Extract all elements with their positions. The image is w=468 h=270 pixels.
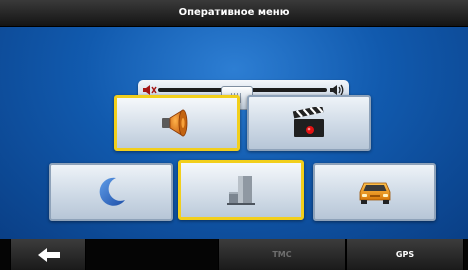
vehicle-type-button[interactable] bbox=[313, 163, 436, 221]
clapperboard-icon bbox=[292, 107, 324, 137]
crescent-moon-icon bbox=[99, 177, 125, 206]
3d-buildings-button[interactable] bbox=[178, 160, 304, 220]
quick-menu-panel bbox=[0, 27, 468, 239]
volume-track[interactable] bbox=[158, 86, 327, 110]
back-button[interactable] bbox=[10, 239, 86, 270]
night-mode-button[interactable] bbox=[49, 163, 173, 221]
buildings-icon bbox=[227, 176, 255, 205]
speaker-icon bbox=[162, 109, 188, 137]
menu-title: Оперативное меню bbox=[0, 0, 468, 27]
arrow-left-icon bbox=[38, 248, 60, 262]
gps-button[interactable]: GPS bbox=[346, 239, 464, 270]
tmc-button[interactable]: TMC bbox=[218, 239, 346, 270]
video-button[interactable] bbox=[247, 95, 371, 151]
sound-settings-button[interactable] bbox=[114, 95, 240, 151]
car-icon bbox=[359, 182, 390, 204]
bottom-toolbar: TMC GPS bbox=[0, 239, 468, 270]
